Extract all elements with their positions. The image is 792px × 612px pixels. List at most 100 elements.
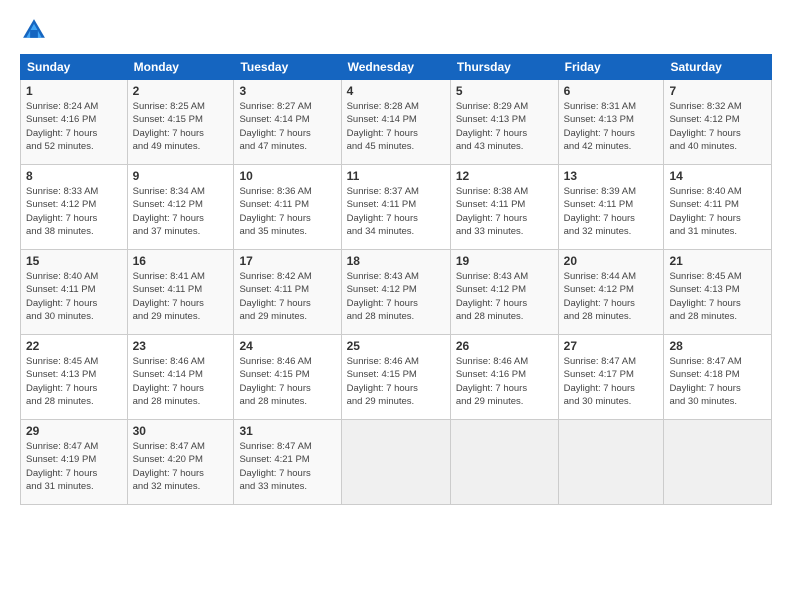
calendar-cell: 19 Sunrise: 8:43 AMSunset: 4:12 PMDayligh… xyxy=(450,250,558,335)
day-detail: Sunrise: 8:38 AMSunset: 4:11 PMDaylight:… xyxy=(456,185,553,238)
day-detail: Sunrise: 8:43 AMSunset: 4:12 PMDaylight:… xyxy=(347,270,445,323)
calendar-cell: 23Sunrise: 8:46 AMSunset: 4:14 PMDayligh… xyxy=(127,335,234,420)
day-detail: Sunrise: 8:32 AMSunset: 4:12 PMDaylight:… xyxy=(669,100,766,153)
calendar-header: Sunday Monday Tuesday Wednesday Thursday… xyxy=(21,55,772,80)
day-number: 12 xyxy=(456,169,553,183)
calendar-cell: 17 Sunrise: 8:42 AMSunset: 4:11 PMDayligh… xyxy=(234,250,341,335)
calendar-cell: 5 Sunrise: 8:29 AMSunset: 4:13 PMDaylight… xyxy=(450,80,558,165)
day-number: 7 xyxy=(669,84,766,98)
calendar-cell: 8 Sunrise: 8:33 AMSunset: 4:12 PMDaylight… xyxy=(21,165,128,250)
calendar-cell: 28 Sunrise: 8:47 AMSunset: 4:18 PMDayligh… xyxy=(664,335,772,420)
day-detail: Sunrise: 8:28 AMSunset: 4:14 PMDaylight:… xyxy=(347,100,445,153)
day-detail: Sunrise: 8:25 AMSunset: 4:15 PMDaylight:… xyxy=(133,100,229,153)
day-number: 26 xyxy=(456,339,553,353)
calendar-cell xyxy=(450,420,558,505)
logo-icon xyxy=(20,16,48,44)
calendar-cell: 9 Sunrise: 8:34 AMSunset: 4:12 PMDaylight… xyxy=(127,165,234,250)
calendar-body: 1 Sunrise: 8:24 AMSunset: 4:16 PMDaylight… xyxy=(21,80,772,505)
day-detail: Sunrise: 8:47 AMSunset: 4:17 PMDaylight:… xyxy=(564,355,659,408)
day-number: 28 xyxy=(669,339,766,353)
calendar-cell: 18 Sunrise: 8:43 AMSunset: 4:12 PMDayligh… xyxy=(341,250,450,335)
calendar-cell: 12 Sunrise: 8:38 AMSunset: 4:11 PMDayligh… xyxy=(450,165,558,250)
col-saturday: Saturday xyxy=(664,55,772,80)
day-number: 19 xyxy=(456,254,553,268)
day-number: 23 xyxy=(133,339,229,353)
day-detail: Sunrise: 8:45 AMSunset: 4:13 PMDaylight:… xyxy=(26,355,122,408)
day-number: 5 xyxy=(456,84,553,98)
day-detail: Sunrise: 8:24 AMSunset: 4:16 PMDaylight:… xyxy=(26,100,122,153)
calendar-cell: 16Sunrise: 8:41 AMSunset: 4:11 PMDayligh… xyxy=(127,250,234,335)
calendar-cell: 24 Sunrise: 8:46 AMSunset: 4:15 PMDayligh… xyxy=(234,335,341,420)
calendar-cell: 27Sunrise: 8:47 AMSunset: 4:17 PMDayligh… xyxy=(558,335,664,420)
day-detail: Sunrise: 8:27 AMSunset: 4:14 PMDaylight:… xyxy=(239,100,335,153)
col-friday: Friday xyxy=(558,55,664,80)
day-detail: Sunrise: 8:45 AMSunset: 4:13 PMDaylight:… xyxy=(669,270,766,323)
calendar-cell: 10Sunrise: 8:36 AMSunset: 4:11 PMDayligh… xyxy=(234,165,341,250)
day-number: 30 xyxy=(133,424,229,438)
day-number: 14 xyxy=(669,169,766,183)
calendar-cell: 6Sunrise: 8:31 AMSunset: 4:13 PMDaylight… xyxy=(558,80,664,165)
day-detail: Sunrise: 8:46 AMSunset: 4:16 PMDaylight:… xyxy=(456,355,553,408)
col-sunday: Sunday xyxy=(21,55,128,80)
day-number: 21 xyxy=(669,254,766,268)
day-number: 8 xyxy=(26,169,122,183)
calendar-cell: 13 Sunrise: 8:39 AMSunset: 4:11 PMDayligh… xyxy=(558,165,664,250)
day-number: 3 xyxy=(239,84,335,98)
day-detail: Sunrise: 8:39 AMSunset: 4:11 PMDaylight:… xyxy=(564,185,659,238)
day-number: 18 xyxy=(347,254,445,268)
calendar-cell: 22 Sunrise: 8:45 AMSunset: 4:13 PMDayligh… xyxy=(21,335,128,420)
calendar-cell: 26 Sunrise: 8:46 AMSunset: 4:16 PMDayligh… xyxy=(450,335,558,420)
calendar-cell: 1 Sunrise: 8:24 AMSunset: 4:16 PMDaylight… xyxy=(21,80,128,165)
page: Sunday Monday Tuesday Wednesday Thursday… xyxy=(0,0,792,612)
calendar-cell: 2 Sunrise: 8:25 AMSunset: 4:15 PMDaylight… xyxy=(127,80,234,165)
day-number: 24 xyxy=(239,339,335,353)
day-detail: Sunrise: 8:46 AMSunset: 4:15 PMDaylight:… xyxy=(347,355,445,408)
col-tuesday: Tuesday xyxy=(234,55,341,80)
day-detail: Sunrise: 8:40 AMSunset: 4:11 PMDaylight:… xyxy=(26,270,122,323)
day-detail: Sunrise: 8:42 AMSunset: 4:11 PMDaylight:… xyxy=(239,270,335,323)
day-number: 11 xyxy=(347,169,445,183)
day-number: 9 xyxy=(133,169,229,183)
calendar-cell: 4 Sunrise: 8:28 AMSunset: 4:14 PMDaylight… xyxy=(341,80,450,165)
header-row: Sunday Monday Tuesday Wednesday Thursday… xyxy=(21,55,772,80)
day-detail: Sunrise: 8:33 AMSunset: 4:12 PMDaylight:… xyxy=(26,185,122,238)
col-thursday: Thursday xyxy=(450,55,558,80)
day-detail: Sunrise: 8:46 AMSunset: 4:15 PMDaylight:… xyxy=(239,355,335,408)
calendar-cell: 11 Sunrise: 8:37 AMSunset: 4:11 PMDayligh… xyxy=(341,165,450,250)
day-detail: Sunrise: 8:47 AMSunset: 4:19 PMDaylight:… xyxy=(26,440,122,493)
day-number: 29 xyxy=(26,424,122,438)
calendar-cell: 30 Sunrise: 8:47 AMSunset: 4:20 PMDayligh… xyxy=(127,420,234,505)
day-detail: Sunrise: 8:36 AMSunset: 4:11 PMDaylight:… xyxy=(239,185,335,238)
day-detail: Sunrise: 8:44 AMSunset: 4:12 PMDaylight:… xyxy=(564,270,659,323)
day-detail: Sunrise: 8:37 AMSunset: 4:11 PMDaylight:… xyxy=(347,185,445,238)
col-monday: Monday xyxy=(127,55,234,80)
calendar-cell: 25 Sunrise: 8:46 AMSunset: 4:15 PMDayligh… xyxy=(341,335,450,420)
calendar-cell: 7 Sunrise: 8:32 AMSunset: 4:12 PMDaylight… xyxy=(664,80,772,165)
day-number: 20 xyxy=(564,254,659,268)
calendar-cell: 21 Sunrise: 8:45 AMSunset: 4:13 PMDayligh… xyxy=(664,250,772,335)
day-number: 2 xyxy=(133,84,229,98)
day-number: 4 xyxy=(347,84,445,98)
calendar-cell: 14 Sunrise: 8:40 AMSunset: 4:11 PMDayligh… xyxy=(664,165,772,250)
header xyxy=(20,16,772,44)
day-number: 15 xyxy=(26,254,122,268)
day-number: 1 xyxy=(26,84,122,98)
day-detail: Sunrise: 8:47 AMSunset: 4:20 PMDaylight:… xyxy=(133,440,229,493)
calendar-cell xyxy=(558,420,664,505)
day-detail: Sunrise: 8:47 AMSunset: 4:18 PMDaylight:… xyxy=(669,355,766,408)
day-detail: Sunrise: 8:40 AMSunset: 4:11 PMDaylight:… xyxy=(669,185,766,238)
day-detail: Sunrise: 8:29 AMSunset: 4:13 PMDaylight:… xyxy=(456,100,553,153)
day-detail: Sunrise: 8:41 AMSunset: 4:11 PMDaylight:… xyxy=(133,270,229,323)
calendar-cell: 29 Sunrise: 8:47 AMSunset: 4:19 PMDayligh… xyxy=(21,420,128,505)
calendar-cell xyxy=(664,420,772,505)
day-number: 25 xyxy=(347,339,445,353)
day-number: 13 xyxy=(564,169,659,183)
col-wednesday: Wednesday xyxy=(341,55,450,80)
day-number: 22 xyxy=(26,339,122,353)
calendar-cell xyxy=(341,420,450,505)
calendar-cell: 3 Sunrise: 8:27 AMSunset: 4:14 PMDaylight… xyxy=(234,80,341,165)
logo xyxy=(20,16,52,44)
day-detail: Sunrise: 8:34 AMSunset: 4:12 PMDaylight:… xyxy=(133,185,229,238)
day-number: 17 xyxy=(239,254,335,268)
day-detail: Sunrise: 8:43 AMSunset: 4:12 PMDaylight:… xyxy=(456,270,553,323)
